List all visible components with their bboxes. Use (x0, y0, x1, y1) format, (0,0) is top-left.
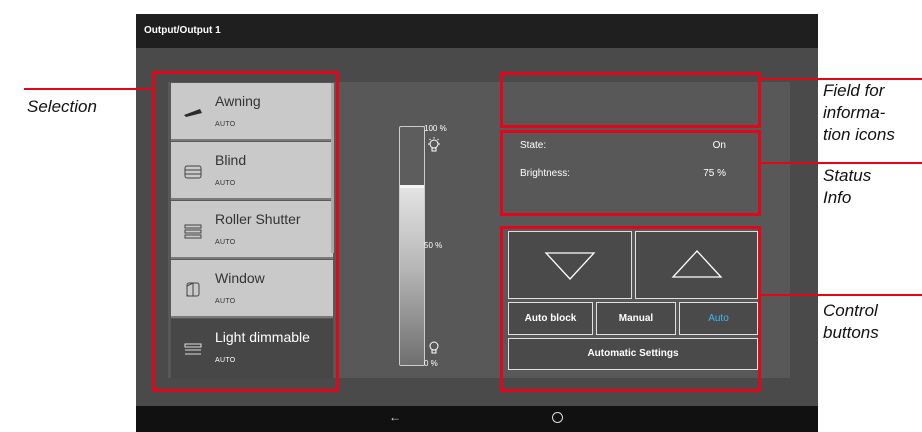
control-annotation-line: Control (823, 301, 878, 320)
slider-handle[interactable] (400, 184, 424, 188)
info-field-annotation: Field for informa- tion icons (823, 80, 895, 146)
slider-mid-label: 50 % (424, 241, 443, 250)
status-annotation-line: Status (823, 166, 872, 185)
info-field-highlight (500, 72, 761, 128)
control-annotation-line: buttons (823, 323, 879, 342)
selection-leader-line (24, 88, 154, 90)
control-leader-line (760, 294, 922, 296)
selection-annotation: Selection (27, 97, 97, 116)
bulb-off-icon (429, 341, 439, 354)
slider-min-label: 0 % (424, 359, 438, 368)
page-title: Output/Output 1 (136, 14, 818, 48)
control-buttons-highlight (500, 226, 761, 392)
navigation-bar: ← (136, 406, 818, 432)
bulb-on-icon (428, 137, 440, 152)
status-leader-line (760, 162, 922, 164)
status-annotation: Status Info (823, 165, 871, 209)
selection-highlight (152, 71, 339, 392)
back-arrow-icon[interactable]: ← (389, 410, 401, 424)
home-circle-icon[interactable] (552, 412, 563, 423)
info-field-annotation-line: informa- (823, 103, 886, 122)
brightness-slider[interactable] (399, 126, 425, 366)
slider-fill (400, 186, 424, 365)
control-annotation: Control buttons (823, 300, 879, 344)
status-highlight (500, 130, 761, 216)
status-annotation-line: Info (823, 188, 852, 207)
info-field-annotation-line: tion icons (823, 125, 895, 144)
slider-max-label: 100 % (424, 124, 447, 133)
info-field-annotation-line: Field for (823, 81, 885, 100)
